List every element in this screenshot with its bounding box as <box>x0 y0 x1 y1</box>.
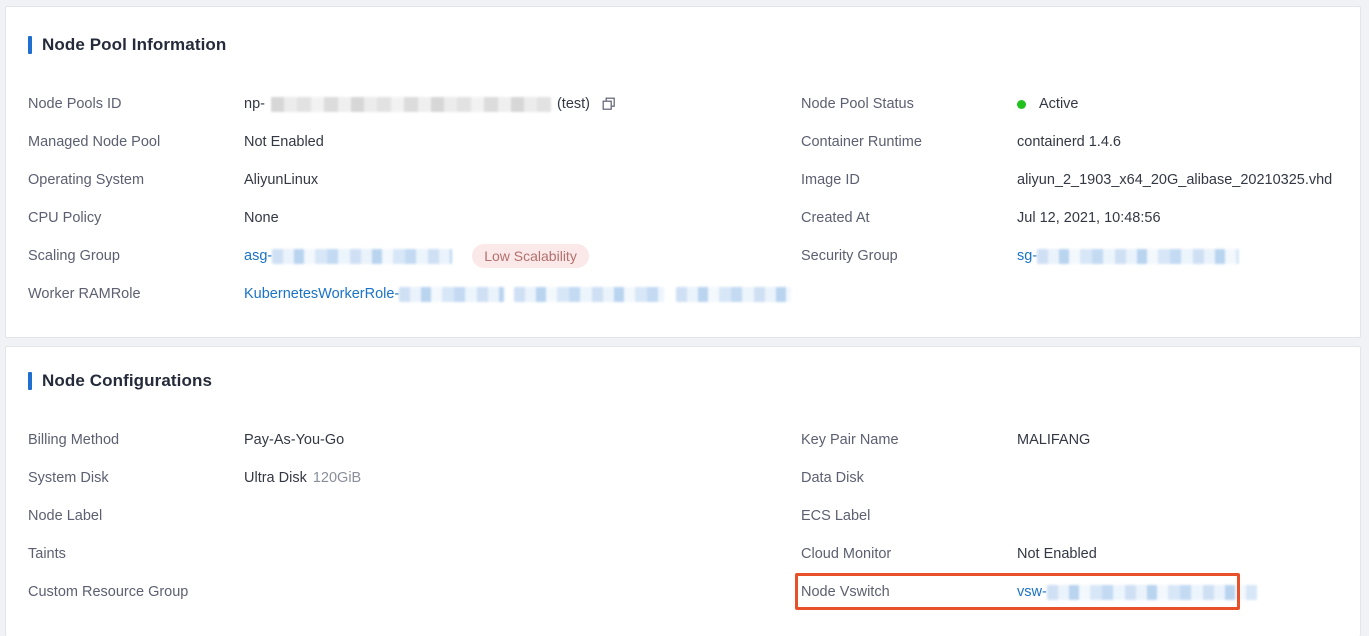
value-security-group: sg- <box>1017 248 1240 264</box>
value-system-disk: Ultra Disk 120GiB <box>244 470 361 486</box>
value-image-id: aliyun_2_1903_x64_20G_alibase_20210325.v… <box>1017 172 1333 188</box>
row-security-group: Security Group sg- <box>801 237 1361 275</box>
page-root: Node Pool Information Node Pools ID np- … <box>0 0 1369 636</box>
label-operating-system: Operating System <box>28 172 145 188</box>
label-security-group: Security Group <box>801 248 898 264</box>
row-created-at: Created At Jul 12, 2021, 10:48:56 <box>801 199 1361 237</box>
section-accent-bar-icon <box>28 36 32 54</box>
redacted-worker-ramrole-3 <box>676 286 792 302</box>
row-operating-system: Operating System AliyunLinux <box>28 161 788 199</box>
row-key-pair-name: Key Pair Name MALIFANG <box>801 421 1361 459</box>
copy-icon[interactable] <box>602 97 616 111</box>
label-worker-ramrole: Worker RAMRole <box>28 286 141 302</box>
label-node-pools-id: Node Pools ID <box>28 96 122 112</box>
row-node-label: Node Label <box>28 497 788 535</box>
redacted-worker-ramrole-2 <box>514 286 665 302</box>
value-cloud-monitor: Not Enabled <box>1017 546 1097 562</box>
row-cloud-monitor: Cloud Monitor Not Enabled <box>801 535 1361 573</box>
label-scaling-group: Scaling Group <box>28 248 120 264</box>
row-scaling-group: Scaling Group asg- Low Scalability <box>28 237 788 275</box>
label-managed-node-pool: Managed Node Pool <box>28 134 161 150</box>
row-billing-method: Billing Method Pay-As-You-Go <box>28 421 788 459</box>
row-custom-resource-group: Custom Resource Group <box>28 573 788 611</box>
value-container-runtime: containerd 1.4.6 <box>1017 134 1121 150</box>
node-vswitch-link[interactable]: vsw- <box>1017 584 1257 600</box>
node-pool-status-text: Active <box>1039 96 1079 112</box>
row-container-runtime: Container Runtime containerd 1.4.6 <box>801 123 1361 161</box>
value-node-pools-id: np- (test) <box>244 96 616 112</box>
redacted-node-pools-id <box>270 96 551 112</box>
row-node-pool-status: Node Pool Status Active <box>801 85 1361 123</box>
node-pool-info-right-column: Node Pool Status Active Container Runtim… <box>801 85 1361 275</box>
status-badge-low-scalability: Low Scalability <box>472 244 589 268</box>
value-worker-ramrole: KubernetesWorkerRole- <box>244 286 792 302</box>
row-node-vswitch: Node Vswitch vsw- <box>801 573 1361 611</box>
node-pool-info-left-column: Node Pools ID np- (test) Managed Node Po… <box>28 85 792 313</box>
label-system-disk: System Disk <box>28 470 109 486</box>
node-configurations-right-column: Key Pair Name MALIFANG Data Disk ECS Lab… <box>801 421 1361 611</box>
redacted-worker-ramrole-1 <box>399 286 505 302</box>
row-system-disk: System Disk Ultra Disk 120GiB <box>28 459 788 497</box>
label-taints: Taints <box>28 546 66 562</box>
value-managed-node-pool: Not Enabled <box>244 134 324 150</box>
security-group-link[interactable]: sg- <box>1017 248 1240 264</box>
label-image-id: Image ID <box>801 172 860 188</box>
node-configurations-card: Node Configurations Billing Method Pay-A… <box>5 346 1361 636</box>
section-header-node-pool-information: Node Pool Information <box>28 35 226 55</box>
section-header-node-configurations: Node Configurations <box>28 371 212 391</box>
system-disk-size: 120GiB <box>312 470 362 486</box>
label-custom-resource-group: Custom Resource Group <box>28 584 189 600</box>
label-created-at: Created At <box>801 210 870 226</box>
row-node-pools-id: Node Pools ID np- (test) <box>28 85 788 123</box>
value-node-pool-status: Active <box>1017 96 1079 112</box>
section-title: Node Configurations <box>42 371 212 390</box>
row-image-id: Image ID aliyun_2_1903_x64_20G_alibase_2… <box>801 161 1361 199</box>
scaling-group-link[interactable]: asg- <box>244 248 453 264</box>
section-title: Node Pool Information <box>42 35 227 54</box>
node-pools-id-suffix: (test) <box>556 96 590 112</box>
node-pools-id-prefix: np- <box>244 96 265 112</box>
label-container-runtime: Container Runtime <box>801 134 922 150</box>
row-cpu-policy: CPU Policy None <box>28 199 788 237</box>
label-cloud-monitor: Cloud Monitor <box>801 546 892 562</box>
label-cpu-policy: CPU Policy <box>28 210 102 226</box>
system-disk-type: Ultra Disk <box>244 470 307 486</box>
value-operating-system: AliyunLinux <box>244 172 319 188</box>
label-node-pool-status: Node Pool Status <box>801 96 914 112</box>
label-billing-method: Billing Method <box>28 432 120 448</box>
label-key-pair-name: Key Pair Name <box>801 432 899 448</box>
value-key-pair-name: MALIFANG <box>1017 432 1091 448</box>
value-created-at: Jul 12, 2021, 10:48:56 <box>1017 210 1161 226</box>
row-ecs-label: ECS Label <box>801 497 1361 535</box>
value-cpu-policy: None <box>244 210 279 226</box>
value-billing-method: Pay-As-You-Go <box>244 432 345 448</box>
redacted-node-vswitch <box>1046 584 1257 600</box>
redacted-security-group <box>1037 248 1240 264</box>
redacted-scaling-group <box>272 248 453 264</box>
worker-ramrole-link[interactable]: KubernetesWorkerRole- <box>244 286 792 302</box>
label-ecs-label: ECS Label <box>801 508 871 524</box>
value-node-vswitch: vsw- <box>1017 584 1257 600</box>
row-worker-ramrole: Worker RAMRole KubernetesWorkerRole- <box>28 275 792 313</box>
label-node-label: Node Label <box>28 508 103 524</box>
status-dot-icon <box>1017 99 1026 109</box>
section-accent-bar-icon <box>28 372 32 390</box>
node-configurations-left-column: Billing Method Pay-As-You-Go System Disk… <box>28 421 788 611</box>
row-data-disk: Data Disk <box>801 459 1361 497</box>
label-data-disk: Data Disk <box>801 470 864 486</box>
node-pool-information-card: Node Pool Information Node Pools ID np- … <box>5 6 1361 338</box>
label-node-vswitch: Node Vswitch <box>801 584 890 600</box>
value-scaling-group: asg- Low Scalability <box>244 244 589 268</box>
row-managed-node-pool: Managed Node Pool Not Enabled <box>28 123 788 161</box>
row-taints: Taints <box>28 535 788 573</box>
